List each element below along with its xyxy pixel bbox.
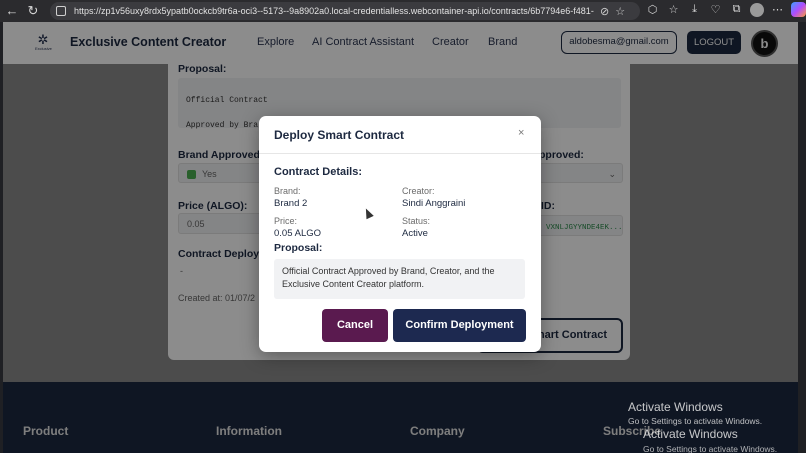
- activate-windows-title: Activate Windows: [628, 400, 723, 414]
- close-icon[interactable]: ×: [518, 127, 524, 139]
- status-value: Active: [402, 228, 428, 239]
- collections-icon[interactable]: ⧉: [729, 3, 744, 16]
- deploy-contract-modal: Deploy Smart Contract × Contract Details…: [259, 116, 541, 352]
- address-bar[interactable]: https://zp1v56uxy8rdx5ypatb0ockcb9tr6a-o…: [50, 2, 640, 20]
- copilot-icon[interactable]: [791, 2, 806, 17]
- extensions-icon[interactable]: ⬡: [645, 3, 660, 16]
- favorites-icon[interactable]: ☆: [666, 3, 681, 16]
- browser-actions: ⬡ ☆ ⤓ ♡ ⧉ ⋯: [645, 2, 806, 17]
- url-text: https://zp1v56uxy8rdx5ypatb0ockcb9tr6a-o…: [74, 6, 594, 16]
- creator-key: Creator:: [402, 186, 435, 196]
- modal-divider: [259, 153, 541, 154]
- modal-proposal-text: Official Contract Approved by Brand, Cre…: [274, 259, 525, 299]
- price-value: 0.05 ALGO: [274, 228, 322, 239]
- activate-windows-subtitle-2: Go to Settings to activate Windows.: [643, 444, 778, 453]
- price-key: Price:: [274, 216, 298, 226]
- creator-value: Sindi Anggraini: [402, 198, 466, 209]
- contract-details-title: Contract Details:: [274, 166, 363, 178]
- favorite-star-icon[interactable]: ☆: [615, 5, 625, 18]
- browser-toolbar: ← ↻ https://zp1v56uxy8rdx5ypatb0ockcb9tr…: [0, 0, 806, 22]
- profile-icon[interactable]: [750, 2, 764, 17]
- modal-proposal-title: Proposal:: [274, 242, 323, 254]
- activate-windows-subtitle: Go to Settings to activate Windows.: [628, 416, 763, 426]
- site-info-icon[interactable]: [56, 6, 66, 16]
- brand-key: Brand:: [274, 186, 301, 196]
- confirm-deployment-button[interactable]: Confirm Deployment: [393, 309, 526, 342]
- more-menu-icon[interactable]: ⋯: [770, 3, 785, 16]
- no-tracking-icon[interactable]: ⊘: [600, 5, 609, 18]
- brand-value: Brand 2: [274, 198, 308, 209]
- status-key: Status:: [402, 216, 431, 226]
- cancel-button[interactable]: Cancel: [322, 309, 388, 342]
- modal-title: Deploy Smart Contract: [274, 128, 405, 142]
- reload-icon[interactable]: ↻: [24, 2, 42, 20]
- page-viewport: ✲ Exclusive Exclusive Content Creator Ex…: [3, 22, 798, 453]
- browser-essentials-icon[interactable]: ♡: [708, 3, 723, 16]
- downloads-icon[interactable]: ⤓: [687, 3, 702, 16]
- back-icon[interactable]: ←: [3, 2, 21, 20]
- activate-windows-title-2: Activate Windows: [643, 427, 738, 441]
